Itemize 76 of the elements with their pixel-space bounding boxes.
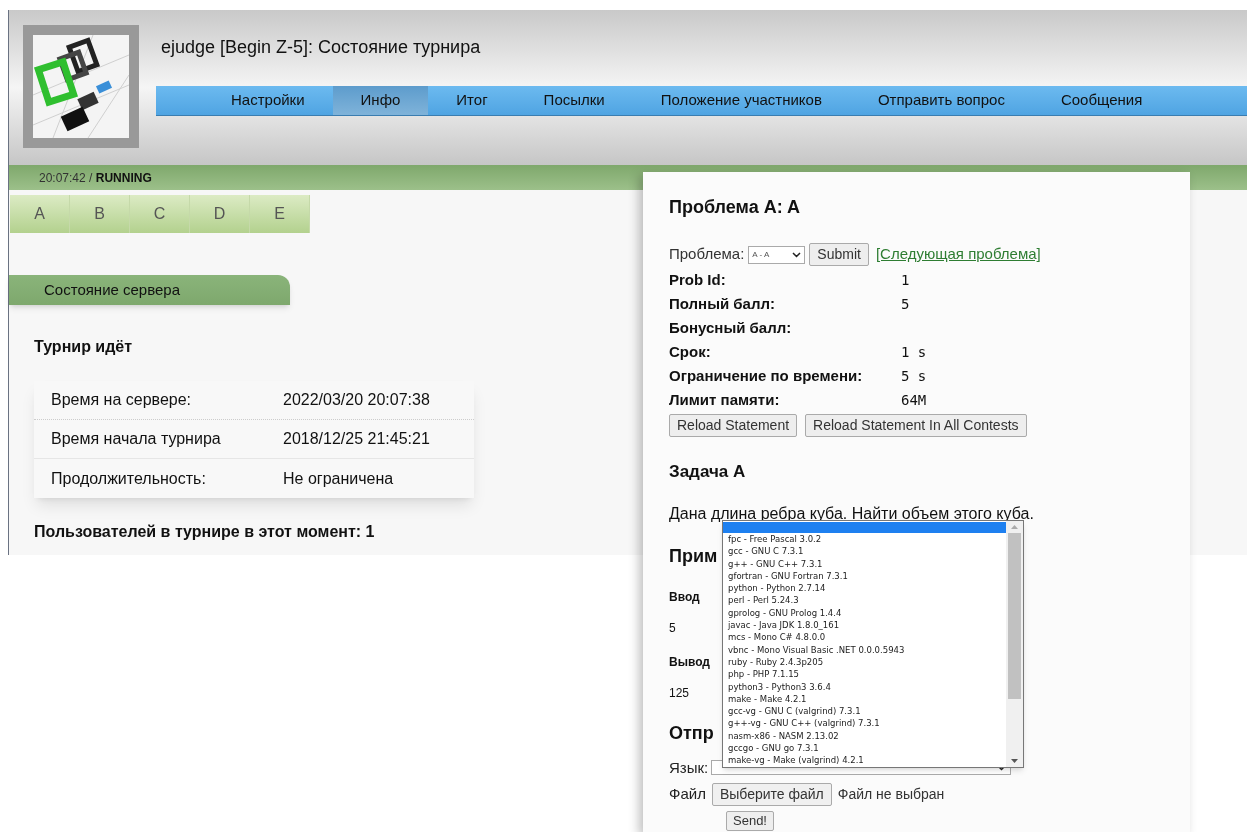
next-problem-link[interactable]: [Следующая проблема] [875,243,1041,266]
problem-title: Проблема A: A [669,196,800,219]
language-option[interactable]: ruby - Ruby 2.4.3p205 [723,655,1006,669]
users-count: Пользователей в турнире в этот момент: 1 [34,522,375,542]
status-text: 20:07:42 / RUNNING [39,169,152,187]
language-option[interactable]: g++ - GNU C++ 7.3.1 [723,557,1006,570]
reload-button[interactable]: Reload Statement [669,414,798,437]
problem-select[interactable]: A - A [748,245,806,264]
selector-label: Проблема: [669,244,745,265]
language-option[interactable]: gprolog - GNU Prolog 1.4.4 [723,606,1006,620]
input-value: 5 [669,619,676,637]
input-label: Ввод [669,588,700,606]
nav-item[interactable]: Итог [428,86,516,115]
nav-item[interactable]: Настройки [203,86,333,115]
file-status: Файл не выбран [837,785,945,804]
submit-button[interactable]: Submit [809,243,869,266]
scrollbar[interactable] [1006,521,1023,767]
file-label: Файл [669,784,706,805]
property-value: 5 [901,294,910,314]
language-option[interactable]: perl - Perl 5.24.3 [723,594,1006,607]
output-label: Вывод [669,653,710,671]
chevron-icon [792,251,802,258]
problem-tab[interactable]: E [250,195,310,233]
language-option[interactable]: javac - Java JDK 1.8.0_161 [723,619,1006,632]
language-option[interactable]: php - PHP 7.1.15 [723,668,1006,681]
nav-item[interactable]: Отправить вопрос [849,86,1033,115]
property-value: 64M [901,390,927,410]
language-option[interactable]: gfortran - GNU Fortran 7.3.1 [723,569,1006,583]
table-cell-text: Время на сервере: [51,390,192,410]
language-option[interactable]: mcs - Mono C# 4.8.0.0 [723,631,1006,644]
page-title: ejudge [Begin Z-5]: Состояние турнира [161,36,482,59]
examples-heading: Прим [669,544,718,568]
property-value: 5 s [901,366,927,386]
table-cell-text: Время начала турнира [51,429,222,449]
language-option[interactable]: make - Make 4.2.1 [723,692,1006,706]
output-value: 125 [669,684,690,702]
property-label: Prob Id: [669,269,727,290]
language-option[interactable]: vbnc - Mono Visual Basic .NET 0.0.0.5943 [723,643,1006,656]
property-value: 1 [901,270,910,290]
language-option[interactable]: gcc-vg - GNU C (valgrind) 7.3.1 [723,705,1006,718]
scroll-up-icon[interactable] [1011,525,1018,529]
problem-tab[interactable]: C [130,195,190,233]
nav-item[interactable]: Положение участников [632,86,850,115]
problem-tab[interactable]: D [190,195,250,233]
property-label: Ограничение по времени: [669,365,864,386]
table-cell-text: Не ограничена [283,468,394,489]
problem-tab[interactable]: B [70,195,130,233]
reload-button[interactable]: Reload Statement In All Contests [805,414,1027,437]
nav-item[interactable]: Инфо [332,86,429,115]
submit-heading: Отпр [669,721,714,745]
property-label: Бонусный балл: [669,317,793,338]
status-heading: Турнир идёт [34,337,133,357]
statement-title: Задача A [669,461,746,483]
language-option[interactable]: gcc - GNU C 7.3.1 [723,545,1006,558]
language-option[interactable]: g++-vg - GNU C++ (valgrind) 7.3.1 [723,717,1006,730]
language-option[interactable]: gccgo - GNU go 7.3.1 [723,742,1006,755]
property-label: Полный балл: [669,293,777,314]
property-label: Срок: [669,341,712,362]
table-cell-text: Продолжительность: [51,468,207,489]
scroll-down-icon[interactable] [1011,759,1018,763]
nav-item[interactable]: Посылки [515,86,633,115]
language-option[interactable]: nasm-x86 - NASM 2.13.02 [723,729,1006,743]
language-option[interactable]: make-vg - Make (valgrind) 4.2.1 [723,754,1006,767]
table-cell-text: 2022/03/20 20:07:38 [283,390,430,410]
nav-item[interactable]: Сообщения [1032,86,1171,115]
problem-tab[interactable]: A [10,195,70,233]
statement-text: Дана длина ребра куба. Найти объем этого куба. [669,503,1034,524]
language-option[interactable]: fpc - Free Pascal 3.0.2 [723,533,1006,546]
language-option[interactable]: python - Python 2.7.14 [723,582,1006,595]
table-cell-text: 2018/12/25 21:45:21 [283,429,430,449]
property-label: Лимит памяти: [669,389,781,410]
choose-file-button[interactable]: Выберите файл [711,783,832,806]
language-option[interactable]: python3 - Python3 3.6.4 [723,680,1006,693]
property-value: 1 s [901,342,927,362]
send-button[interactable]: Send! [726,811,774,831]
language-label: Язык: [669,757,709,778]
